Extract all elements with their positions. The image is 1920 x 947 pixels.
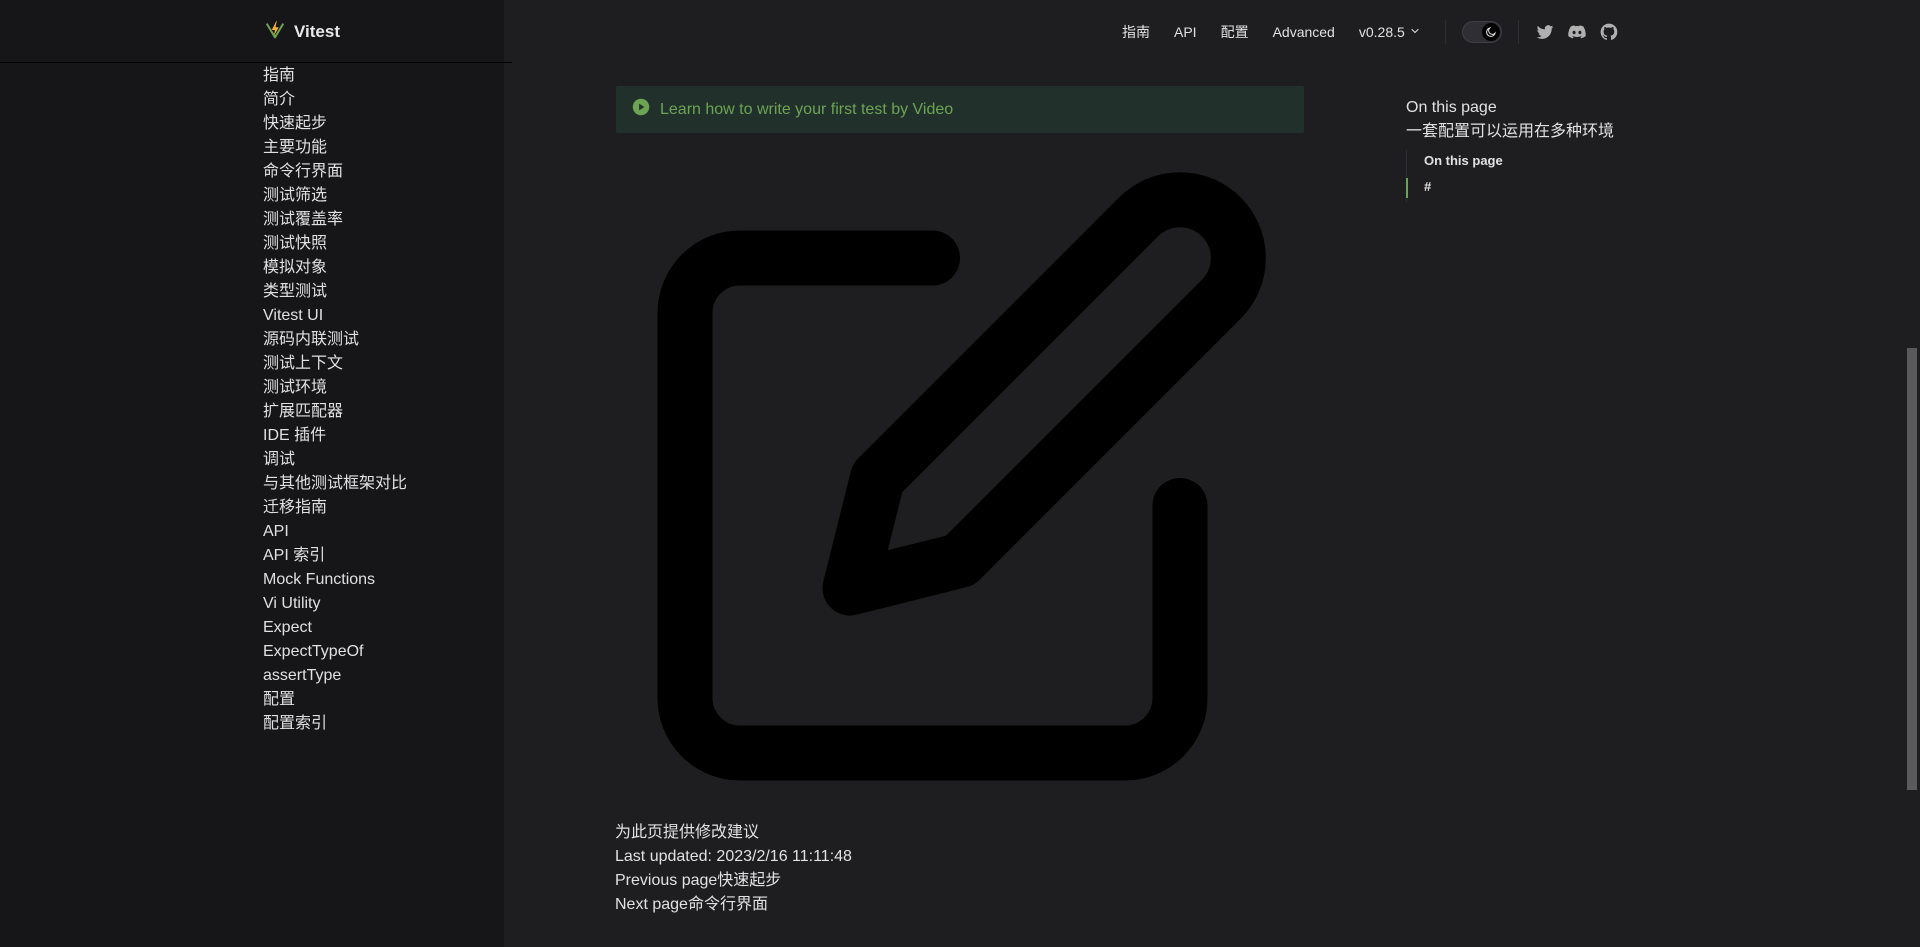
sidebar-item[interactable]: 测试上下文	[263, 352, 407, 376]
discord-icon[interactable]	[1567, 22, 1587, 42]
sidebar-item[interactable]: 测试环境	[263, 376, 407, 400]
outline-heading-link[interactable]: 一套配置可以运用在多种环境	[1406, 120, 1614, 144]
sidebar-item[interactable]: Vi Utility	[263, 592, 407, 616]
sidebar-item[interactable]: 模拟对象	[263, 256, 407, 280]
vitest-logo-icon	[264, 19, 286, 46]
nav-guide-link[interactable]: 指南	[1110, 22, 1162, 42]
nav-config-link[interactable]: 配置	[1209, 22, 1261, 42]
theme-toggle[interactable]	[1461, 21, 1502, 43]
last-updated: Last updated: 2023/2/16 11:11:48	[615, 848, 852, 865]
brand-title: Vitest	[294, 22, 340, 41]
prev-page-link[interactable]: Previous page快速起步	[615, 869, 852, 893]
outline-active-marker	[1406, 178, 1408, 198]
moon-icon	[1481, 23, 1500, 41]
video-tutorial-banner[interactable]: Learn how to write your first test by Vi…	[616, 86, 1304, 133]
sidebar-item[interactable]: assertType	[263, 664, 407, 688]
doc-footer: 为此页提供修改建议 Last updated: 2023/2/16 11:11:…	[615, 821, 852, 917]
sidebar-item[interactable]: IDE 插件	[263, 424, 407, 448]
sidebar-item[interactable]: Expect	[263, 616, 407, 640]
video-banner-text: Learn how to write your first test by Vi…	[660, 100, 954, 118]
sidebar-item[interactable]: 测试筛选	[263, 184, 407, 208]
outline-anchor-link[interactable]: #	[1424, 172, 1614, 202]
version-label: v0.28.5	[1358, 24, 1405, 40]
sidebar-item[interactable]: 扩展匹配器	[263, 400, 407, 424]
sidebar-item[interactable]: 指南	[263, 64, 407, 88]
outline-sub-title: On this page	[1424, 153, 1503, 168]
next-page-link[interactable]: Next page命令行界面	[615, 893, 852, 917]
sidebar-nav: 指南 简介 快速起步 主要功能 命令行界面 测试筛选 测试覆盖率 测试快照 模拟…	[263, 64, 407, 736]
sidebar-item[interactable]: 配置索引	[263, 712, 407, 736]
sidebar-item[interactable]: 测试覆盖率	[263, 208, 407, 232]
edit-icon	[630, 148, 1290, 813]
github-icon[interactable]	[1599, 22, 1619, 42]
outline-toc: On this page #	[1406, 150, 1614, 202]
page-outline: On this page 一套配置可以运用在多种环境 On this page …	[1406, 96, 1614, 202]
edit-page-link[interactable]: 为此页提供修改建议	[615, 821, 852, 845]
version-dropdown[interactable]: v0.28.5	[1347, 24, 1433, 40]
sidebar-item[interactable]: 源码内联测试	[263, 328, 407, 352]
sidebar	[0, 0, 504, 947]
sidebar-item[interactable]: 与其他测试框架对比	[263, 472, 407, 496]
twitter-icon[interactable]	[1535, 22, 1555, 42]
play-circle-icon	[632, 98, 650, 121]
chevron-down-icon	[1409, 24, 1421, 40]
sidebar-item[interactable]: 配置	[263, 688, 407, 712]
brand-link[interactable]: Vitest	[264, 16, 340, 48]
sidebar-item[interactable]: 迁移指南	[263, 496, 407, 520]
sidebar-item[interactable]: ExpectTypeOf	[263, 640, 407, 664]
sidebar-item[interactable]: 测试快照	[263, 232, 407, 256]
social-links	[1535, 22, 1619, 42]
header-divider	[0, 62, 512, 63]
top-nav: 指南 API 配置 Advanced v0.28.5	[1110, 14, 1619, 50]
sidebar-item[interactable]: API 索引	[263, 544, 407, 568]
nav-divider	[1517, 20, 1519, 44]
nav-divider	[1444, 20, 1446, 44]
sidebar-item[interactable]: 主要功能	[263, 136, 407, 160]
sidebar-item[interactable]: 快速起步	[263, 112, 407, 136]
sidebar-item[interactable]: 调试	[263, 448, 407, 472]
sidebar-item[interactable]: API	[263, 520, 407, 544]
sidebar-item[interactable]: Vitest UI	[263, 304, 407, 328]
nav-advanced-link[interactable]: Advanced	[1261, 24, 1347, 40]
outline-title: On this page	[1406, 99, 1497, 116]
sidebar-item[interactable]: 简介	[263, 88, 407, 112]
sidebar-item[interactable]: 命令行界面	[263, 160, 407, 184]
sidebar-item[interactable]: Mock Functions	[263, 568, 407, 592]
scrollbar-thumb[interactable]	[1907, 348, 1917, 790]
scrollbar[interactable]	[1904, 0, 1920, 947]
nav-api-link[interactable]: API	[1162, 24, 1209, 40]
sidebar-item[interactable]: 类型测试	[263, 280, 407, 304]
